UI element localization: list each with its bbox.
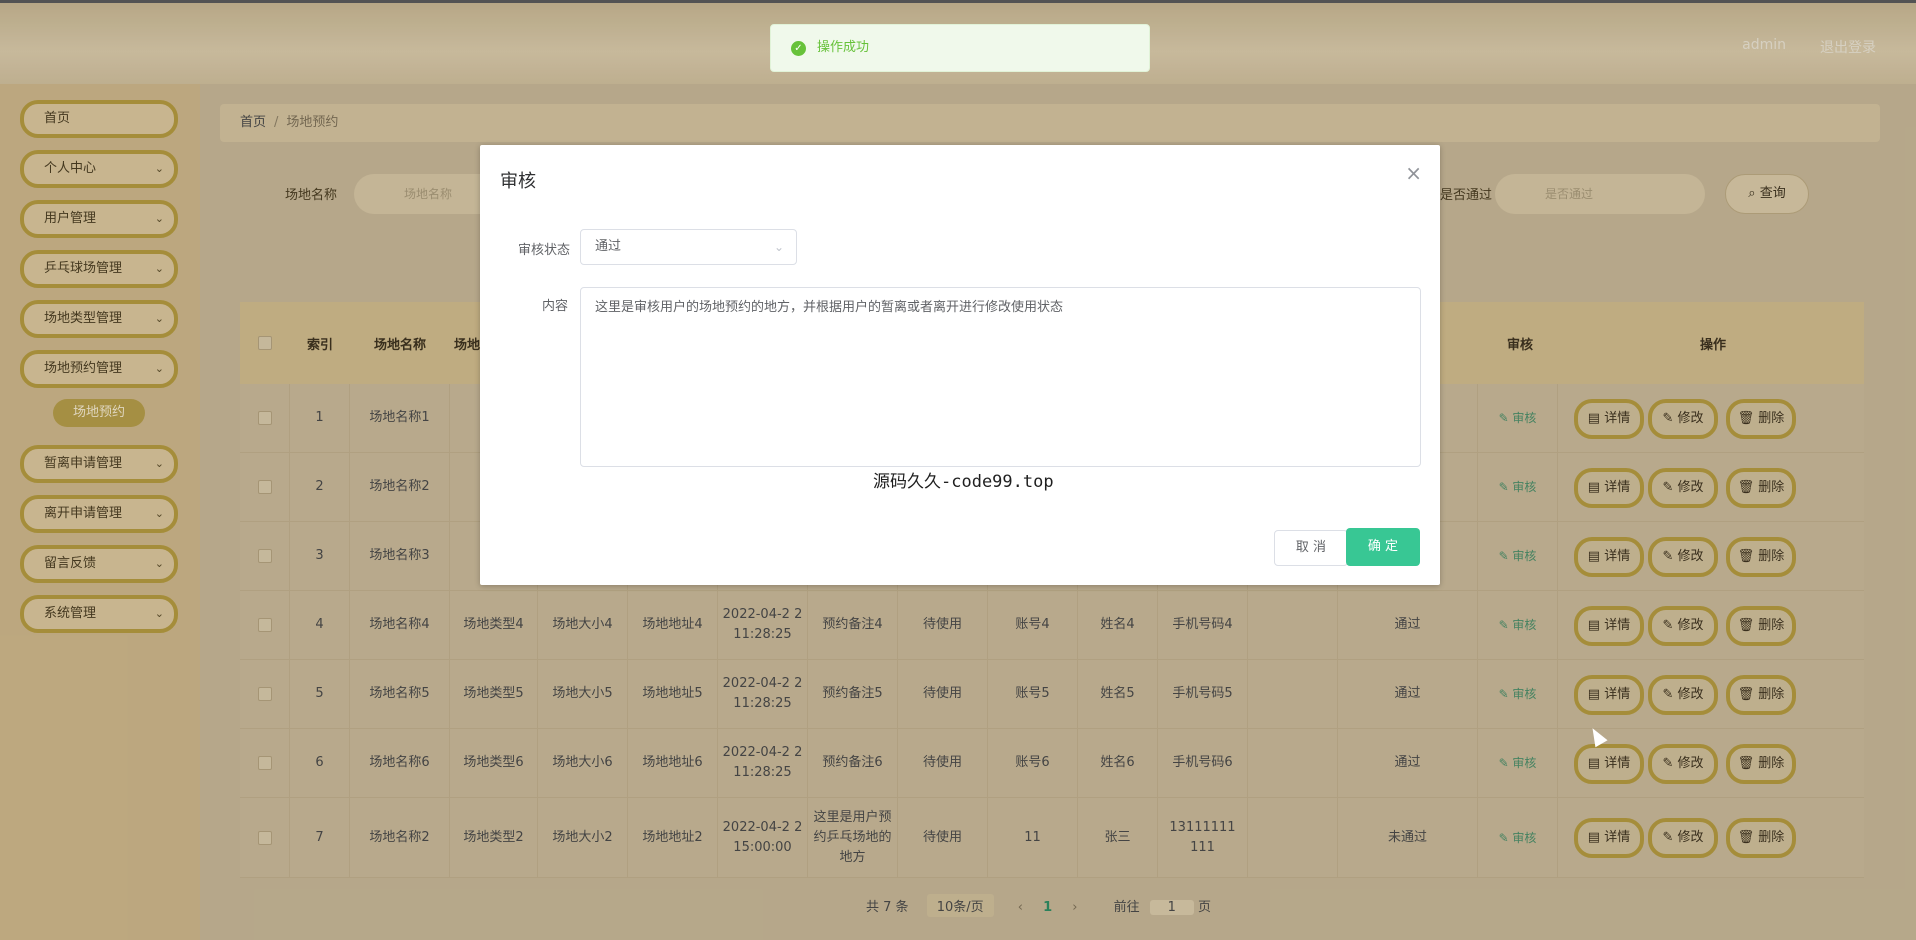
audit-status-select[interactable]: 通过 ⌄ [580, 229, 797, 265]
confirm-button[interactable]: 确 定 [1346, 528, 1420, 566]
cancel-button[interactable]: 取 消 [1274, 530, 1348, 566]
content-textarea[interactable]: 这里是审核用户的场地预约的地方，并根据用户的暂离或者离开进行修改使用状态 [580, 287, 1421, 467]
check-circle-icon: ✓ [791, 41, 806, 56]
close-icon[interactable]: × [1405, 161, 1422, 185]
audit-status-label: 审核状态 [517, 243, 570, 258]
content-label: 内容 [541, 299, 568, 314]
audit-dialog: 审核 × 审核状态 通过 ⌄ 内容 这里是审核用户的场地预约的地方，并根据用户的… [480, 145, 1440, 585]
toast-message: 操作成功 [817, 40, 870, 55]
chevron-down-icon: ⌄ [773, 240, 784, 254]
audit-status-value: 通过 [595, 239, 622, 254]
success-toast: ✓ 操作成功 [770, 24, 1150, 72]
caption-text: 源码久久-code99.top [873, 472, 1054, 492]
dialog-title: 审核 [500, 171, 536, 192]
